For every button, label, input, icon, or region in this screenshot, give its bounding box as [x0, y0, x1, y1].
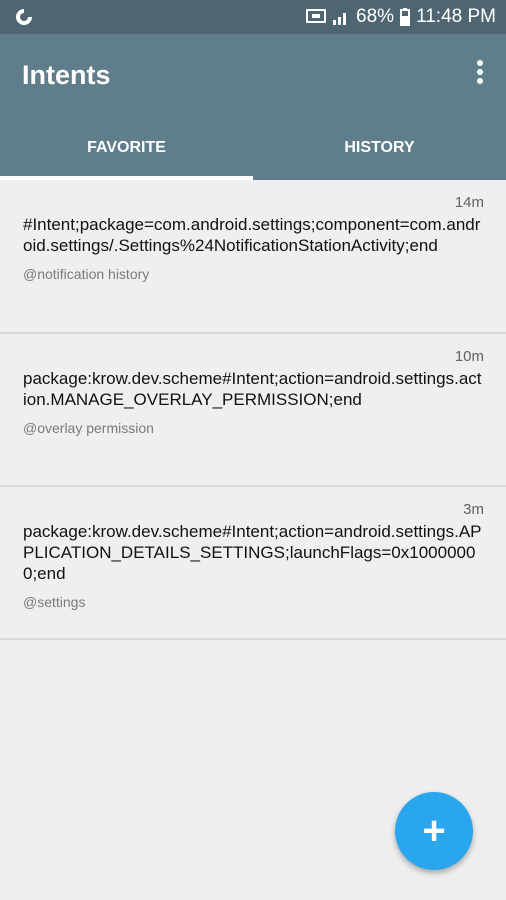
list-item[interactable]: 14m #Intent;package=com.android.settings…: [0, 180, 506, 334]
battery-icon: [400, 8, 411, 26]
list-item[interactable]: 10m package:krow.dev.scheme#Intent;actio…: [0, 334, 506, 487]
item-time: 10m: [454, 348, 484, 365]
add-intent-button[interactable]: +: [395, 792, 473, 870]
item-intent-text: #Intent;package=com.android.settings;com…: [23, 215, 481, 255]
tab-history[interactable]: HISTORY: [253, 126, 506, 180]
item-tag: @notification history: [23, 266, 150, 282]
overflow-menu-icon[interactable]: [476, 60, 484, 88]
tab-bar: FAVORITE HISTORY: [0, 126, 506, 180]
item-intent-text: package:krow.dev.scheme#Intent;action=an…: [23, 369, 482, 409]
plus-icon: +: [422, 808, 446, 853]
item-time: 14m: [454, 194, 484, 211]
page-title: Intents: [22, 60, 111, 90]
cast-icon: [306, 9, 327, 23]
item-tag: @settings: [23, 594, 86, 610]
battery-percent: 68%: [356, 6, 395, 27]
item-tag: @overlay permission: [23, 420, 154, 436]
tab-favorite[interactable]: FAVORITE: [0, 126, 253, 180]
list-item[interactable]: 3m package:krow.dev.scheme#Intent;action…: [0, 487, 506, 640]
clock: 11:48 PM: [416, 6, 496, 27]
app-notification-icon: [16, 9, 32, 25]
item-time: 3m: [463, 501, 484, 518]
status-bar: 68% 11:48 PM: [0, 0, 506, 34]
intent-list: 14m #Intent;package=com.android.settings…: [0, 180, 506, 640]
item-intent-text: package:krow.dev.scheme#Intent;action=an…: [23, 522, 482, 583]
app-bar: Intents FAVORITE HISTORY: [0, 34, 506, 180]
signal-icon: [333, 13, 347, 25]
